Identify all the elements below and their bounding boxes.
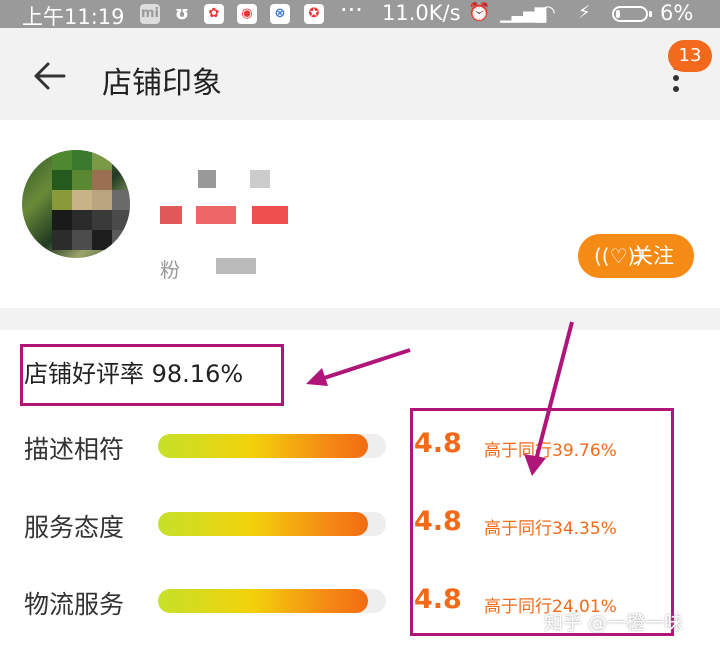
arrow-head-icon xyxy=(524,454,546,476)
watermark: 知乎 @一橙一味 xyxy=(544,612,684,634)
annotation-arrows xyxy=(306,321,574,476)
arrow-head-icon xyxy=(306,368,328,386)
